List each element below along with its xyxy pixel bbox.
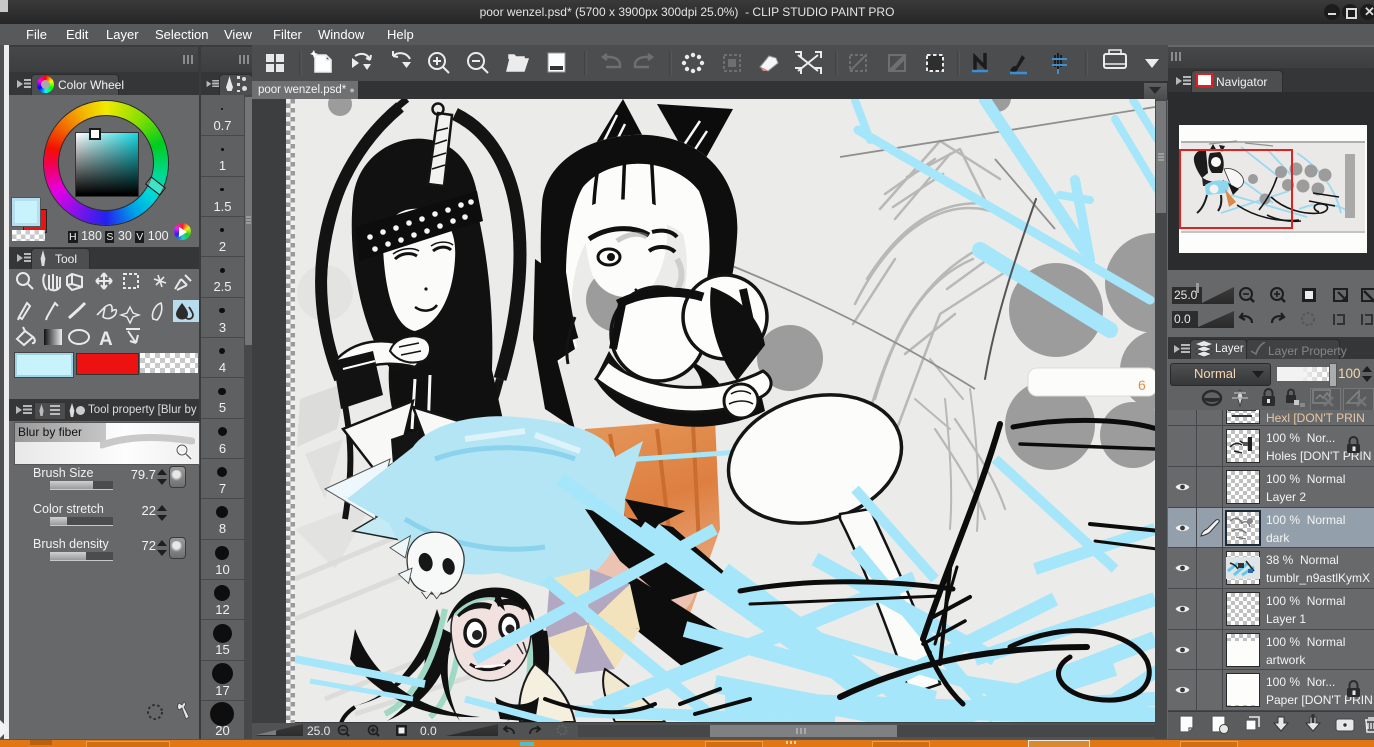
svg-text:A: A: [99, 329, 113, 350]
svg-text:6: 6: [1138, 377, 1146, 393]
